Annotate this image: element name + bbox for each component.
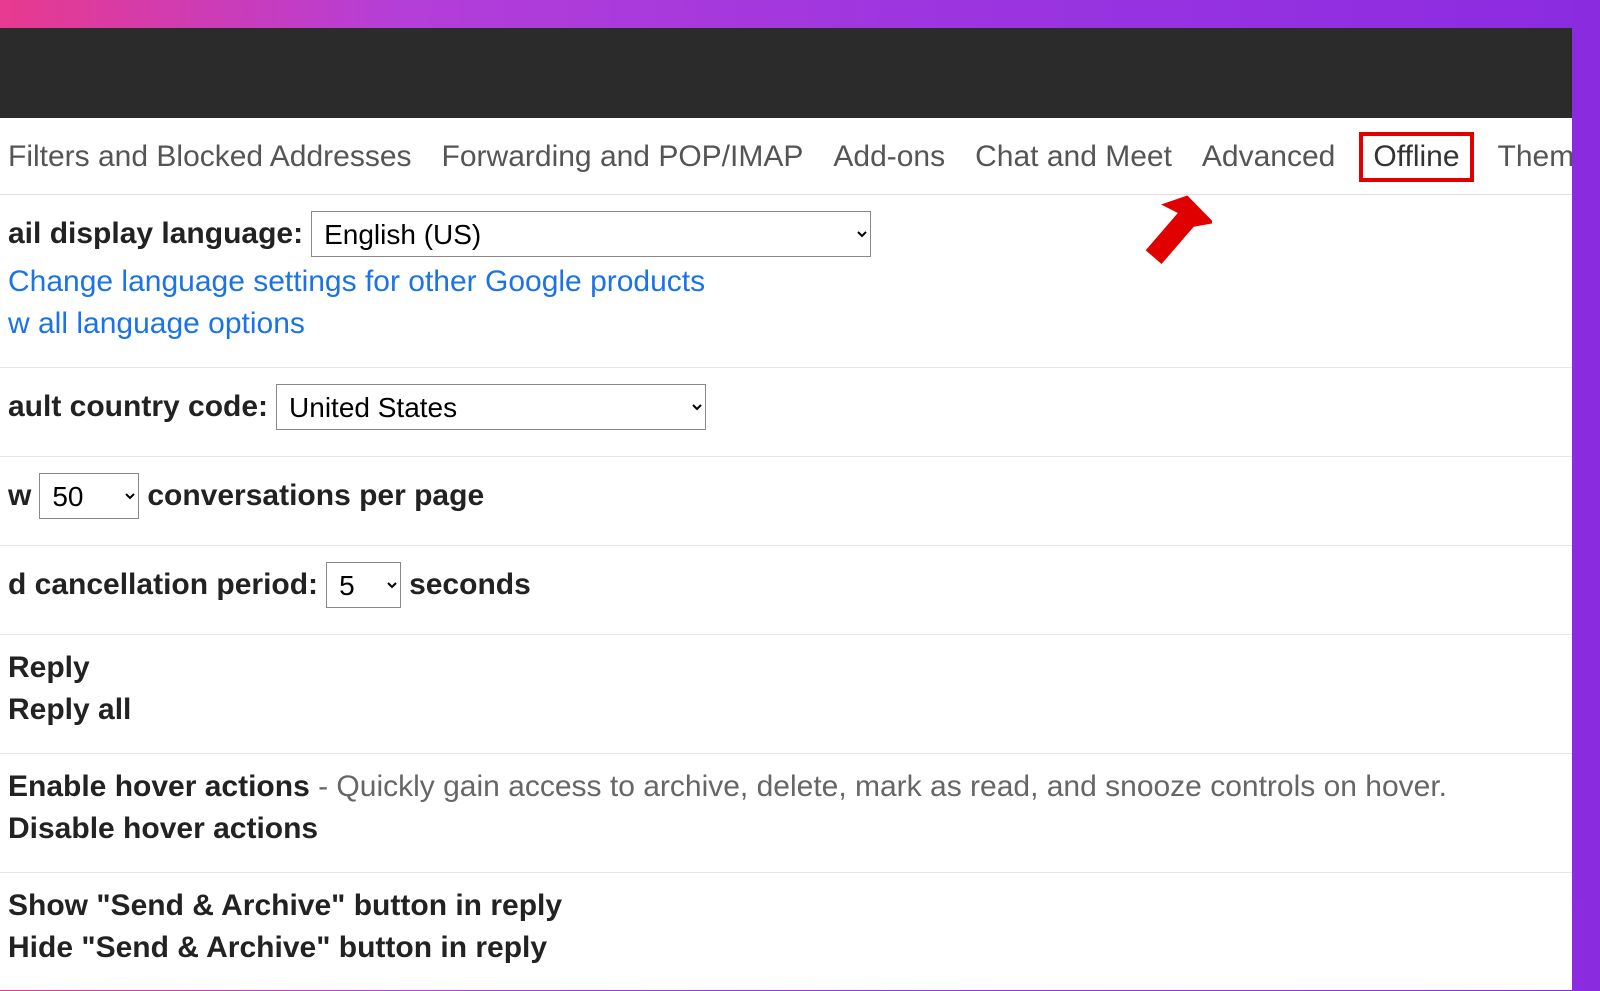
display-language-select[interactable]: English (US) [311, 211, 871, 257]
enable-hover-option[interactable]: Enable hover actions [8, 770, 310, 803]
page-size-suffix: conversations per page [147, 479, 484, 513]
tab-chat-meet[interactable]: Chat and Meet [975, 140, 1172, 174]
undo-send-section: d cancellation period: 5 seconds [0, 546, 1572, 635]
window-header-bar [0, 28, 1572, 118]
send-archive-section: Show "Send & Archive" button in reply Hi… [0, 873, 1572, 991]
disable-hover-option[interactable]: Disable hover actions [8, 812, 318, 846]
display-language-label: ail display language: [8, 217, 303, 251]
page-size-prefix: w [8, 479, 31, 513]
tab-filters[interactable]: Filters and Blocked Addresses [8, 140, 412, 174]
tab-forwarding[interactable]: Forwarding and POP/IMAP [442, 140, 804, 174]
country-code-select[interactable]: United States [276, 384, 706, 430]
undo-send-select[interactable]: 5 [326, 562, 401, 608]
reply-all-option[interactable]: Reply all [8, 693, 131, 727]
enable-hover-description: - Quickly gain access to archive, delete… [310, 770, 1447, 803]
change-language-link[interactable]: Change language settings for other Googl… [8, 265, 705, 299]
page-size-section: w 50 conversations per page [0, 457, 1572, 546]
page-size-select[interactable]: 50 [39, 473, 139, 519]
country-code-label: ault country code: [8, 390, 268, 424]
tab-advanced[interactable]: Advanced [1202, 140, 1335, 174]
tab-addons[interactable]: Add-ons [833, 140, 945, 174]
country-code-section: ault country code: United States [0, 368, 1572, 457]
undo-send-suffix: seconds [409, 568, 531, 602]
undo-send-label: d cancellation period: [8, 568, 318, 602]
hide-send-archive-option[interactable]: Hide "Send & Archive" button in reply [8, 931, 547, 965]
hover-actions-section: Enable hover actions - Quickly gain acce… [0, 754, 1572, 873]
tab-offline[interactable]: Offline [1365, 138, 1467, 176]
settings-tabs: Filters and Blocked Addresses Forwarding… [0, 118, 1572, 195]
reply-option[interactable]: Reply [8, 651, 90, 685]
show-send-archive-option[interactable]: Show "Send & Archive" button in reply [8, 889, 562, 923]
right-border-strip [1572, 0, 1600, 900]
default-reply-section: Reply Reply all [0, 635, 1572, 754]
show-all-language-link[interactable]: w all language options [8, 307, 305, 341]
language-section: ail display language: English (US) Chang… [0, 195, 1572, 368]
settings-content: Filters and Blocked Addresses Forwarding… [0, 118, 1572, 990]
